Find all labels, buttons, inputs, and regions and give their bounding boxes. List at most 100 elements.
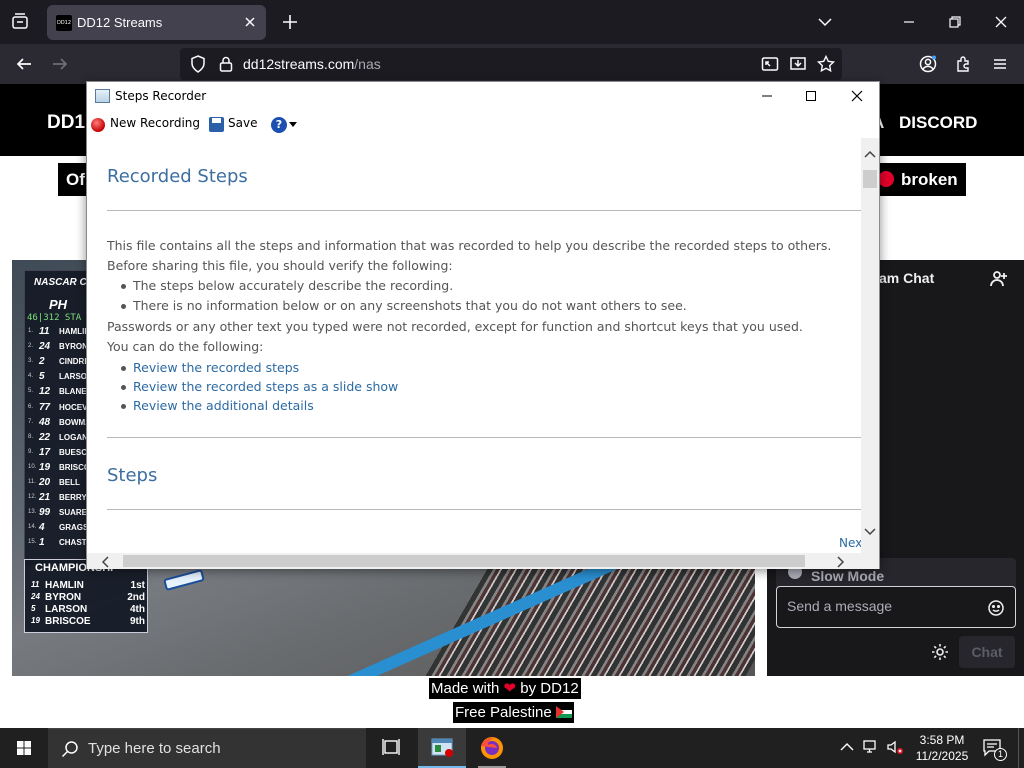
new-tab-icon[interactable]: [280, 12, 300, 32]
tab-list-icon[interactable]: [8, 10, 32, 34]
divider: [107, 509, 861, 510]
driver-name: BELL: [59, 478, 80, 487]
chat-settings-gear-icon[interactable]: [930, 642, 950, 662]
account-icon[interactable]: [918, 54, 938, 74]
footer-made-suffix: by DD12: [520, 680, 579, 697]
tab-close-icon[interactable]: [242, 14, 258, 30]
windows-taskbar: 3:58 PM 11/2/2025 1: [0, 728, 1024, 768]
taskbar-search-input[interactable]: [88, 740, 348, 757]
car-number: 5: [39, 371, 45, 383]
recorder-close-icon[interactable]: [849, 88, 865, 104]
car-number: 19: [39, 461, 51, 473]
save-button[interactable]: Save: [228, 116, 257, 134]
chat-send-button[interactable]: Chat: [959, 636, 1015, 668]
can-do-text: You can do the following:: [107, 339, 264, 354]
position: 5.: [28, 388, 34, 395]
divider: [107, 210, 861, 211]
championship-row: 11 HAMLIN 1st: [31, 580, 145, 592]
help-icon[interactable]: ?: [271, 117, 287, 133]
scroll-right-chevron-icon[interactable]: [835, 555, 845, 568]
review-slideshow-link[interactable]: Review the recorded steps as a slide sho…: [120, 379, 398, 394]
standing-place: 1st: [130, 580, 145, 591]
lock-icon[interactable]: [216, 54, 236, 74]
task-view-icon[interactable]: [368, 728, 416, 768]
extensions-puzzle-icon[interactable]: [954, 54, 974, 74]
driver-name: HAMLIN: [45, 580, 84, 591]
review-steps-link[interactable]: Review the recorded steps: [120, 360, 299, 375]
vertical-scroll-thumb[interactable]: [863, 170, 877, 188]
vertical-scrollbar[interactable]: [861, 138, 879, 553]
help-dropdown-caret-icon[interactable]: [289, 122, 297, 127]
lap-info: 46|312 STA: [27, 313, 82, 323]
horizontal-scrollbar[interactable]: [87, 553, 861, 569]
nav-link-discord[interactable]: DISCORD: [899, 113, 977, 133]
chat-message-box[interactable]: [776, 586, 1016, 628]
chat-title: am Chat: [879, 270, 935, 286]
scroll-left-chevron-icon[interactable]: [101, 555, 111, 568]
floppy-disk-icon[interactable]: [209, 117, 224, 132]
taskbar-clock[interactable]: 3:58 PM 11/2/2025: [912, 732, 972, 764]
red-dot-icon: [878, 171, 894, 187]
search-icon: [60, 739, 80, 759]
community-users-icon[interactable]: [989, 268, 1011, 290]
minimize-icon[interactable]: [900, 13, 918, 31]
recorder-content: Recorded Steps This file contains all th…: [87, 138, 861, 553]
back-arrow-icon[interactable]: [14, 54, 34, 74]
site-logo[interactable]: DD1: [47, 112, 85, 134]
record-dot-icon[interactable]: [91, 118, 105, 132]
url-bar[interactable]: dd12streams.com/nas: [180, 48, 842, 80]
bookmark-star-icon[interactable]: [816, 54, 836, 74]
hamburger-menu-icon[interactable]: [990, 54, 1010, 74]
forward-arrow-icon[interactable]: [50, 54, 70, 74]
tab-favicon-icon: DD12: [56, 15, 72, 31]
scroll-down-chevron-icon[interactable]: [864, 524, 876, 536]
verify-prompt: Before sharing this file, you should ver…: [107, 258, 453, 273]
position: 8.: [28, 433, 34, 440]
standing-place: 9th: [130, 616, 145, 627]
car-number: 4: [39, 522, 45, 534]
palestine-flag-icon: [555, 706, 572, 718]
url-text[interactable]: dd12streams.com/nas: [243, 56, 381, 72]
car-number: 17: [39, 446, 51, 458]
url-path: /nas: [354, 56, 381, 72]
emoji-icon[interactable]: [987, 599, 1005, 617]
volume-muted-icon[interactable]: [886, 738, 904, 756]
position: 12.: [28, 494, 37, 501]
car-number: 5: [31, 604, 36, 613]
scroll-up-chevron-icon[interactable]: [864, 146, 876, 158]
position: 1.: [28, 328, 34, 334]
firefox-taskbar-icon[interactable]: [468, 728, 516, 768]
position: 2.: [28, 343, 34, 350]
position: 10.: [28, 463, 37, 470]
position: 9.: [28, 448, 34, 455]
picture-in-picture-icon[interactable]: [760, 54, 780, 74]
close-window-icon[interactable]: [992, 13, 1010, 31]
recorder-title-bar[interactable]: Steps Recorder: [87, 82, 879, 110]
shield-icon[interactable]: [188, 54, 208, 74]
browser-tab-bar: DD12 DD12 Streams: [0, 0, 1024, 44]
tab-overflow-chevron-down-icon[interactable]: [816, 13, 834, 31]
clock-time: 3:58 PM: [919, 733, 965, 747]
next-link[interactable]: Nex: [839, 536, 861, 550]
network-icon[interactable]: [862, 738, 880, 756]
championship-row: 24 BYRON 2nd: [31, 592, 145, 604]
car-number: 11: [31, 580, 40, 589]
review-details-link[interactable]: Review the additional details: [121, 398, 314, 413]
save-to-pocket-icon[interactable]: [788, 54, 808, 74]
car-number: 1: [39, 537, 45, 549]
position: 6.: [28, 403, 34, 410]
steps-recorder-taskbar-icon[interactable]: [418, 728, 466, 768]
recorder-maximize-icon[interactable]: [803, 88, 819, 104]
browser-tab[interactable]: DD12 DD12 Streams: [47, 5, 266, 40]
taskbar-search-box[interactable]: [48, 728, 366, 768]
show-desktop-button[interactable]: [1018, 728, 1024, 768]
chat-message-input[interactable]: [787, 598, 977, 614]
position: 11.: [28, 479, 36, 485]
new-recording-button[interactable]: New Recording: [110, 116, 200, 134]
heart-icon: ❤: [503, 680, 517, 697]
windows-start-icon[interactable]: [4, 728, 44, 768]
horizontal-scroll-thumb[interactable]: [123, 555, 805, 567]
tray-overflow-chevron-up-icon[interactable]: [838, 738, 856, 756]
restore-icon[interactable]: [946, 13, 964, 31]
recorder-minimize-icon[interactable]: [759, 88, 775, 104]
